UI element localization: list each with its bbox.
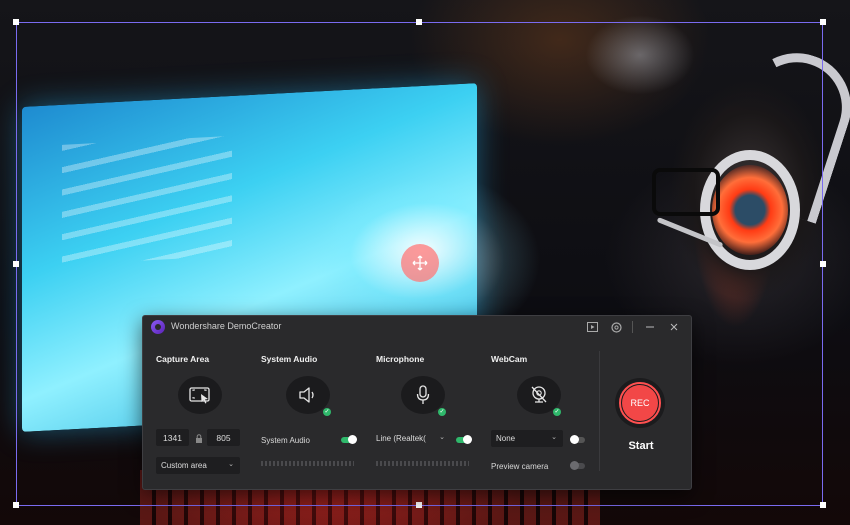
screen-capture-icon — [189, 387, 210, 404]
chevron-down-icon: ⌄ — [228, 461, 234, 468]
microphone-toggle[interactable] — [456, 435, 472, 444]
microphone-status-check-icon: ✓ — [438, 408, 446, 416]
resize-handle-top-right[interactable] — [820, 19, 826, 25]
resize-handle-top[interactable] — [416, 19, 422, 25]
microphone-icon — [416, 385, 430, 404]
start-label[interactable]: Start — [616, 440, 666, 452]
webcam-device-value: None — [496, 434, 516, 443]
capture-mode-select[interactable]: Custom area ⌄ — [156, 457, 240, 474]
player-icon — [586, 322, 598, 332]
capture-area-button[interactable] — [178, 376, 222, 414]
app-title: Wondershare DemoCreator — [171, 321, 282, 331]
microphone-label: Microphone — [376, 354, 425, 364]
webcam-label: WebCam — [491, 354, 528, 364]
chevron-down-icon: ⌄ — [439, 434, 445, 441]
close-icon — [670, 323, 678, 331]
minimize-button[interactable] — [643, 320, 657, 334]
move-icon — [412, 255, 428, 271]
close-button[interactable] — [667, 320, 681, 334]
resize-handle-bottom[interactable] — [416, 502, 422, 508]
system-audio-toggle[interactable] — [341, 435, 357, 444]
microphone-device-select[interactable]: Line (Realtek( ⌄ — [376, 430, 447, 447]
settings-button[interactable] — [609, 320, 623, 334]
title-separator — [632, 321, 633, 333]
microphone-level-meter — [376, 461, 469, 466]
capture-area-label: Capture Area — [156, 354, 210, 364]
chevron-down-icon: ⌄ — [551, 434, 557, 441]
webcam-toggle[interactable] — [570, 435, 585, 444]
capture-height-input[interactable]: 805 — [207, 429, 240, 446]
preview-camera-label: Preview camera — [491, 462, 549, 471]
divider — [599, 351, 600, 471]
app-logo-icon — [151, 320, 165, 334]
title-bar[interactable]: Wondershare DemoCreator — [143, 316, 691, 338]
webcam-off-icon — [531, 386, 547, 403]
democreator-panel: Wondershare DemoCreator Capture Area 134… — [142, 315, 692, 490]
resize-handle-right[interactable] — [820, 261, 826, 267]
capture-width-input[interactable]: 1341 — [156, 429, 189, 446]
move-area-button[interactable] — [401, 244, 439, 282]
capture-mode-value: Custom area — [161, 461, 207, 470]
speaker-icon — [299, 387, 314, 403]
system-audio-toggle-label: System Audio — [261, 436, 310, 445]
system-audio-level-meter — [261, 461, 354, 466]
resize-handle-top-left[interactable] — [13, 19, 19, 25]
record-button[interactable]: REC — [615, 378, 665, 428]
resize-handle-bottom-right[interactable] — [820, 502, 826, 508]
resize-handle-bottom-left[interactable] — [13, 502, 19, 508]
system-audio-status-check-icon: ✓ — [323, 408, 331, 416]
webcam-device-select[interactable]: None ⌄ — [491, 430, 563, 447]
preview-camera-toggle[interactable] — [570, 461, 585, 470]
system-audio-label: System Audio — [261, 354, 318, 364]
minimize-icon — [646, 326, 654, 328]
record-button-ring: REC — [619, 382, 661, 424]
lock-icon[interactable] — [195, 434, 203, 443]
microphone-device-value: Line (Realtek( — [376, 434, 426, 443]
settings-icon — [610, 321, 622, 333]
player-button[interactable] — [585, 320, 599, 334]
record-button-label: REC — [622, 385, 658, 421]
resize-handle-left[interactable] — [13, 261, 19, 267]
webcam-status-check-icon: ✓ — [553, 408, 561, 416]
